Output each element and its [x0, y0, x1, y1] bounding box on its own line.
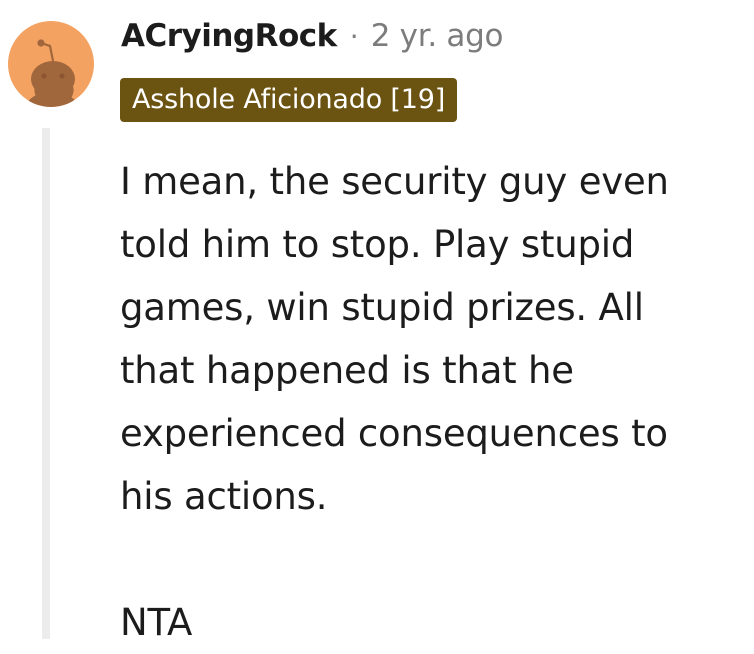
snoo-avatar-icon: [8, 21, 94, 107]
comment-body-line: his actions.: [120, 475, 328, 518]
comment-body-line: that happened is that he: [120, 349, 574, 392]
comment-body: I mean, the security guy even told him t…: [120, 150, 740, 654]
comment-body-line: games, win stupid prizes. All: [120, 286, 644, 329]
username-link[interactable]: ACryingRock: [121, 18, 337, 54]
thread-collapse-line[interactable]: [42, 128, 50, 639]
comment-body-line: experienced consequences to: [120, 412, 668, 455]
comment-timestamp[interactable]: 2 yr. ago: [371, 18, 504, 54]
comment-meta: ACryingRock · 2 yr. ago: [121, 14, 503, 58]
comment-body-line: told him to stop. Play stupid: [120, 223, 635, 266]
meta-separator: ·: [349, 19, 359, 53]
user-flair-badge: Asshole Aficionado [19]: [120, 78, 458, 122]
user-avatar[interactable]: [8, 21, 94, 107]
comment-verdict: NTA: [120, 601, 193, 644]
comment-body-line: I mean, the security guy even: [120, 160, 669, 203]
